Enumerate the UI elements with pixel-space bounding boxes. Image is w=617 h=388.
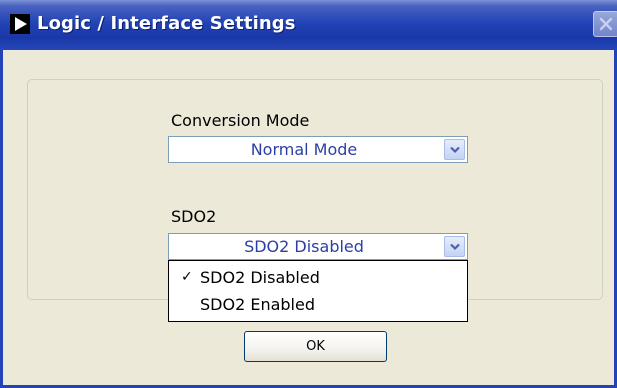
sdo2-dropdown-button[interactable] bbox=[444, 236, 465, 257]
title-bar[interactable]: Logic / Interface Settings bbox=[0, 0, 617, 50]
sdo2-option-enabled[interactable]: SDO2 Enabled bbox=[169, 290, 467, 318]
conversion-mode-dropdown-button[interactable] bbox=[444, 139, 465, 160]
sdo2-option-disabled[interactable]: ✓ SDO2 Disabled bbox=[169, 263, 467, 291]
conversion-mode-select[interactable]: Normal Mode bbox=[168, 136, 468, 163]
chevron-down-icon bbox=[450, 146, 460, 154]
chevron-down-icon bbox=[450, 243, 460, 251]
conversion-mode-label: Conversion Mode bbox=[171, 111, 310, 130]
checkmark-icon: ✓ bbox=[181, 269, 193, 285]
window-title: Logic / Interface Settings bbox=[37, 13, 296, 34]
play-triangle-icon bbox=[10, 14, 30, 34]
ok-button[interactable]: OK bbox=[244, 331, 387, 362]
option-label: SDO2 Enabled bbox=[200, 295, 315, 314]
sdo2-label: SDO2 bbox=[171, 207, 217, 226]
close-icon bbox=[599, 17, 613, 31]
sdo2-dropdown-list: ✓ SDO2 Disabled SDO2 Enabled bbox=[168, 260, 468, 322]
option-label: SDO2 Disabled bbox=[200, 268, 320, 287]
conversion-mode-value: Normal Mode bbox=[250, 140, 358, 159]
sdo2-value: SDO2 Disabled bbox=[244, 237, 364, 256]
settings-dialog: Logic / Interface Settings Conversion Mo… bbox=[0, 0, 617, 388]
close-button[interactable] bbox=[593, 11, 617, 37]
sdo2-select[interactable]: SDO2 Disabled bbox=[168, 233, 468, 260]
